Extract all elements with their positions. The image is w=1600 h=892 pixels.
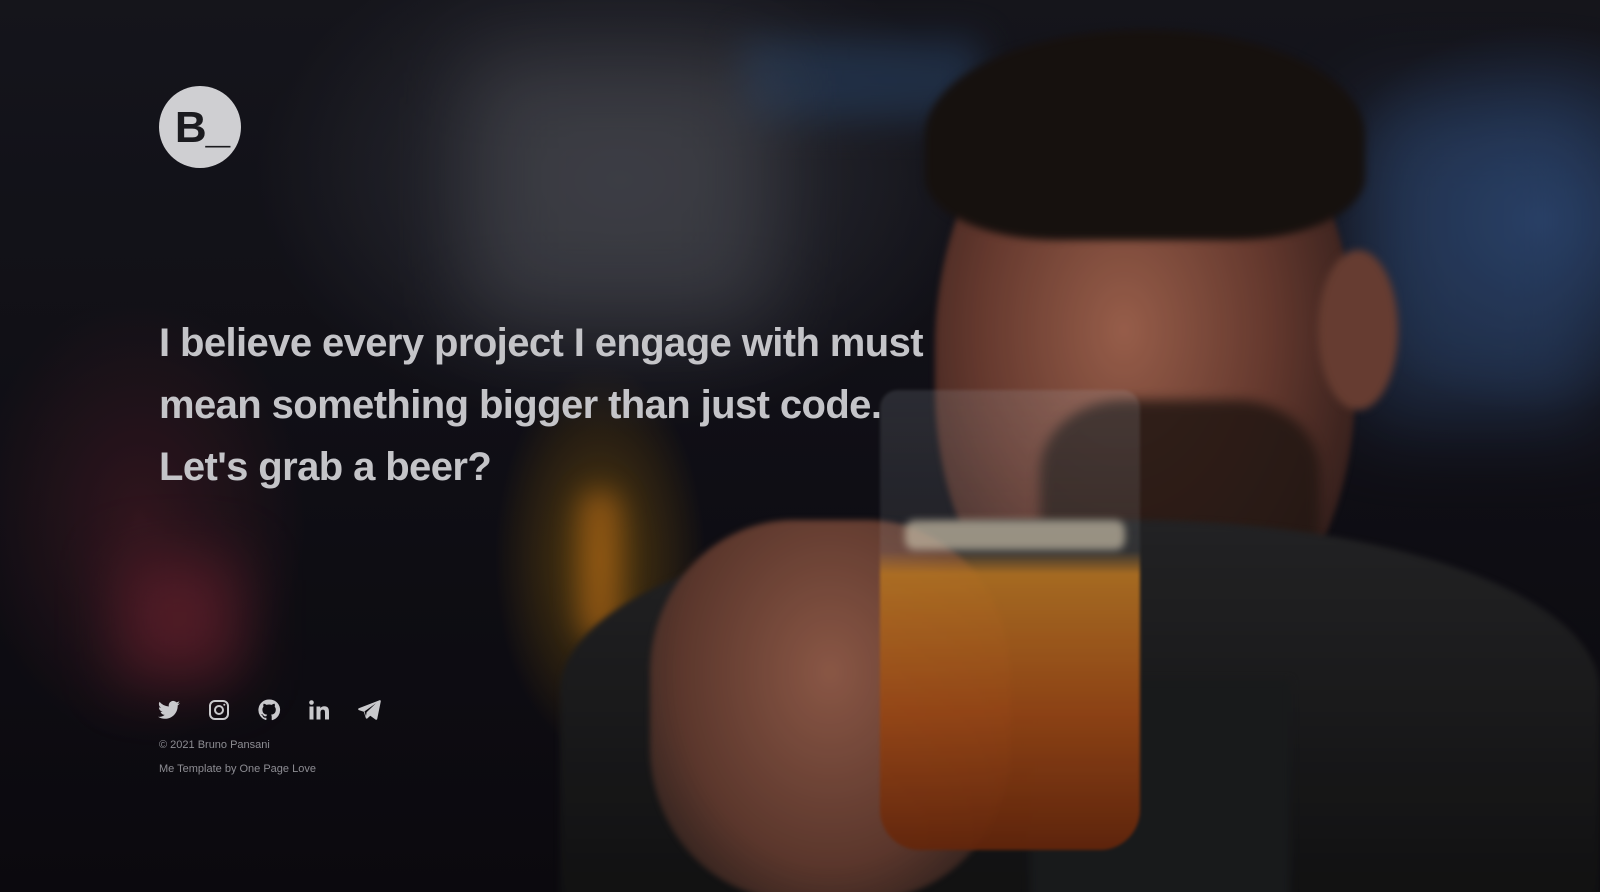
github-link[interactable]: [257, 698, 281, 722]
copyright-text: © 2021 Bruno Pansani: [159, 739, 270, 751]
instagram-icon: [209, 700, 229, 720]
linkedin-icon: [309, 700, 329, 720]
social-links: [157, 698, 381, 722]
page: B_ I believe every project I engage with…: [0, 0, 1600, 892]
template-credit-link[interactable]: Me Template by One Page Love: [159, 763, 316, 775]
linkedin-link[interactable]: [307, 698, 331, 722]
headline-line-2: mean something bigger than just code.: [159, 383, 882, 427]
twitter-icon: [158, 700, 180, 719]
logo[interactable]: B_: [159, 86, 241, 168]
headline: I believe every project I engage with mu…: [159, 312, 1059, 498]
twitter-link[interactable]: [157, 698, 181, 722]
headline-line-3: Let's grab a beer?: [159, 445, 492, 489]
github-icon: [258, 699, 281, 721]
telegram-link[interactable]: [357, 698, 381, 722]
headline-line-1: I believe every project I engage with mu…: [159, 321, 924, 365]
instagram-link[interactable]: [207, 698, 231, 722]
logo-text: B_: [174, 103, 230, 152]
telegram-icon: [358, 700, 381, 720]
